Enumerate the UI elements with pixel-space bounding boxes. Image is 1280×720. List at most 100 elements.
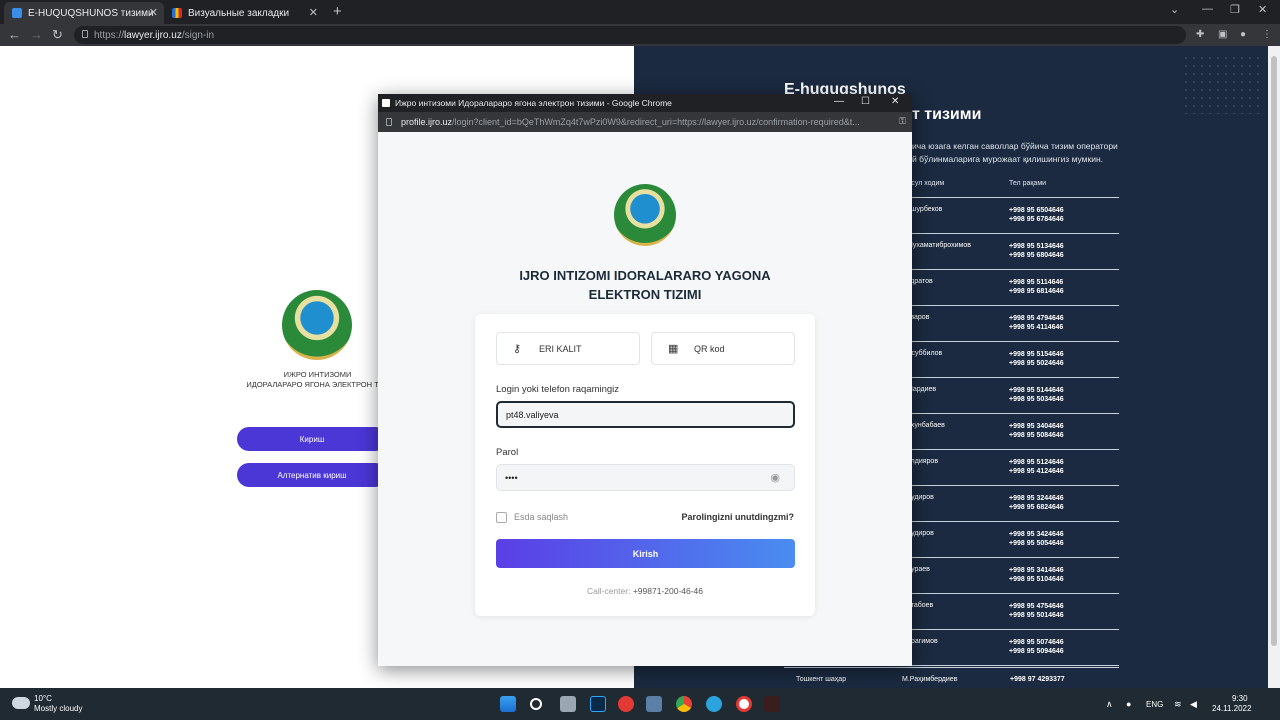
alt-login-button[interactable]: Алтернатив кириш: [237, 463, 387, 487]
contact-phones: +998 95 5144646 +998 95 5034646: [1009, 386, 1064, 404]
dot-pattern: [1182, 54, 1262, 114]
table-row: ахунбабаев +998 95 3404646 +998 95 5084646: [905, 414, 1119, 450]
tray-chevron-icon[interactable]: ∧: [1106, 699, 1113, 710]
forward-icon[interactable]: →: [30, 27, 43, 42]
scroll-thumb[interactable]: [1271, 56, 1277, 646]
right-note: ича юзага келган саволлар бўйича тизим о…: [912, 141, 1118, 164]
language-indicator[interactable]: ENG: [1146, 700, 1163, 709]
password-input[interactable]: •••• ◉: [496, 464, 795, 491]
close-tab-icon[interactable]: ✕: [149, 6, 158, 19]
last-phone: +998 97 4293377: [1010, 676, 1065, 683]
contact-name: Мухаматиброхимов: [907, 242, 971, 249]
address-bar[interactable]: https://lawyer.ijro.uz/sign-in: [74, 26, 1186, 44]
state-emblem-icon: [614, 184, 676, 246]
weather-icon[interactable]: [12, 697, 30, 709]
call-center: Call-center: +99871-200-46-46: [475, 586, 815, 596]
show-password-icon[interactable]: ◉: [770, 471, 780, 484]
close-tab-icon[interactable]: ✕: [309, 6, 318, 19]
contact-phone: +998 95 5074646: [1009, 639, 1064, 646]
heading-line2: ELEKTRON TIZIMI: [588, 287, 702, 302]
contact-phone: +998 95 6814646: [1009, 288, 1064, 295]
new-tab-icon[interactable]: +: [333, 3, 342, 20]
col-person: ъсул ходим: [907, 180, 945, 187]
qr-code-button[interactable]: ▦ QR kod: [651, 332, 795, 365]
contact-name: ахунбабаев: [907, 422, 945, 429]
remember-checkbox[interactable]: [496, 512, 507, 523]
password-label: Parol: [496, 447, 519, 458]
wifi-icon[interactable]: ≋: [1174, 699, 1182, 710]
start-icon[interactable]: [500, 696, 516, 712]
contact-phone: +998 95 3414646: [1009, 567, 1064, 574]
popup-address-bar[interactable]: profile.ijro.uz/login?client_id=bQeThWmZ…: [378, 112, 912, 132]
chrome-icon[interactable]: [676, 696, 692, 712]
contact-name: Ўсуббилов: [907, 350, 943, 357]
tab-bookmarks[interactable]: Визуальные закладки ✕: [164, 2, 324, 24]
forgot-password-link[interactable]: Parolingizni unutdingzmi?: [682, 512, 795, 522]
table-row: удратов +998 95 5114646 +998 95 6814646: [905, 270, 1119, 306]
submit-button[interactable]: Kirish: [496, 539, 795, 568]
key-icon[interactable]: ⚿: [899, 116, 906, 127]
profile-icon[interactable]: ●: [1240, 29, 1250, 40]
recorder-icon[interactable]: [764, 696, 780, 712]
tab-label: E-HUQUQSHUNOS тизими: [28, 7, 154, 19]
restore-icon[interactable]: ❐: [1230, 3, 1240, 16]
popup-url-rest: /login?client_id=bQeThWmZq4t7wPzi0W9&red…: [452, 117, 860, 127]
menu-icon[interactable]: ⋮: [1262, 29, 1272, 40]
back-icon[interactable]: ←: [8, 27, 21, 42]
contact-phone: +998 95 5144646: [1009, 387, 1064, 394]
call-center-label: Call-center:: [586, 586, 631, 596]
extensions-icon[interactable]: ✚: [1196, 29, 1206, 40]
site-favicon-icon: [12, 8, 22, 18]
eri-key-button[interactable]: ⚷ ERI KALIT: [496, 332, 640, 365]
popup-heading: IJRO INTIZOMI IDORALARARO YAGONA ELEKTRO…: [378, 266, 912, 304]
close-window-icon[interactable]: ✕: [1258, 3, 1267, 16]
windows-taskbar: 10°C Mostly cloudy ∧ ● ENG ≋ ◀ 9:30 24.1…: [0, 688, 1280, 720]
contact-phone: +998 95 4794646: [1009, 315, 1064, 322]
clock-date[interactable]: 24.11.2022: [1212, 704, 1251, 713]
volume-icon[interactable]: ◀: [1190, 699, 1197, 710]
popup-minimize-icon[interactable]: —: [834, 96, 844, 107]
page-scrollbar[interactable]: [1268, 46, 1280, 688]
contact-phone: +998 95 5124646: [1009, 459, 1064, 466]
contact-phone: +998 95 5024646: [1009, 360, 1064, 367]
col-phone: Тел рақами: [1009, 180, 1047, 187]
contact-phones: +998 95 5134646 +998 95 6804646: [1009, 242, 1064, 260]
clock-time[interactable]: 9:30: [1232, 694, 1248, 703]
call-center-phone[interactable]: +99871-200-46-46: [633, 586, 703, 596]
popup-title: Ижро интизоми Идоралараро ягона электрон…: [395, 98, 672, 108]
yandex-browser-icon[interactable]: [736, 696, 752, 712]
contact-phones: +998 95 6504646 +998 95 6784646: [1009, 206, 1064, 224]
minimize-icon[interactable]: —: [1202, 3, 1213, 15]
microphone-icon[interactable]: ●: [1126, 699, 1131, 709]
reload-icon[interactable]: ↻: [52, 27, 63, 43]
search-icon[interactable]: [530, 698, 542, 710]
popup-close-icon[interactable]: ✕: [891, 96, 899, 107]
contact-phone: +998 95 5154646: [1009, 351, 1064, 358]
task-view-icon[interactable]: [560, 696, 576, 712]
popup-favicon-icon: [382, 99, 390, 107]
contact-phone: +998 95 6804646: [1009, 252, 1064, 259]
table-header: ъсул ходим Тел рақами: [905, 180, 1119, 198]
login-label: Login yoki telefon raqamingiz: [496, 384, 620, 395]
popup-maximize-icon[interactable]: ☐: [861, 96, 870, 107]
contact-phone: +998 95 4754646: [1009, 603, 1064, 610]
table-row: Кудиров +998 95 3424646 +998 95 5054646: [905, 522, 1119, 558]
remote-desktop-icon[interactable]: [646, 696, 662, 712]
oauth-popup-window: Ижро интизоми Идоралараро ягона электрон…: [378, 94, 912, 666]
sidepanel-icon[interactable]: ▣: [1218, 29, 1228, 40]
contact-name: ашурбеков: [907, 206, 943, 213]
table-row: атабоев +998 95 4754646 +998 95 5014646: [905, 594, 1119, 630]
photoshop-icon[interactable]: [590, 696, 606, 712]
contact-phone: +998 95 3404646: [1009, 423, 1064, 430]
login-button[interactable]: Кириш: [237, 427, 387, 451]
qr-code-icon: ▦: [668, 343, 679, 355]
last-region: Тошкент шаҳар: [796, 676, 847, 683]
telegram-icon[interactable]: [706, 696, 722, 712]
table-row: Кудиров +998 95 3244646 +998 95 6824646: [905, 486, 1119, 522]
login-input[interactable]: pt48.valiyeva: [496, 401, 795, 428]
chevron-down-icon[interactable]: ⌄: [1170, 3, 1179, 16]
contact-phone: +998 95 3424646: [1009, 531, 1064, 538]
tab-e-huquqshunos[interactable]: E-HUQUQSHUNOS тизими ✕: [4, 2, 164, 24]
contact-phones: +998 95 5154646 +998 95 5024646: [1009, 350, 1064, 368]
yandex-icon[interactable]: [618, 696, 634, 712]
